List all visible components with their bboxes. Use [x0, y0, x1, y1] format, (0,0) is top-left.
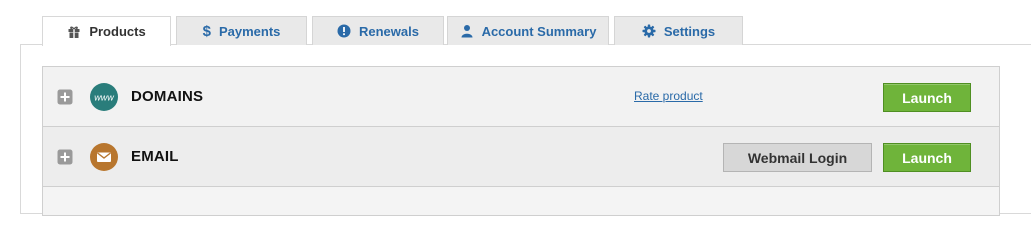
- tab-label: Settings: [663, 23, 716, 39]
- gear-icon: [642, 24, 656, 38]
- gift-icon: [67, 25, 81, 39]
- launch-button[interactable]: Launch: [883, 83, 971, 112]
- tab-payments[interactable]: $ Payments: [176, 16, 307, 45]
- tab-label: Renewals: [359, 23, 419, 39]
- envelope-icon: [90, 143, 118, 171]
- svg-text:www: www: [94, 93, 114, 103]
- tab-products[interactable]: Products: [42, 16, 171, 46]
- tab-renewals[interactable]: Renewals: [312, 16, 444, 45]
- expand-plus-icon[interactable]: [57, 89, 73, 105]
- product-row-domains: www DOMAINS Rate product Launch: [42, 66, 1000, 127]
- user-icon: [460, 24, 474, 38]
- webmail-login-button[interactable]: Webmail Login: [723, 143, 872, 172]
- www-icon: www: [90, 83, 118, 111]
- tab-label: Products: [89, 24, 146, 39]
- launch-button[interactable]: Launch: [883, 143, 971, 172]
- product-name: DOMAINS: [131, 88, 204, 105]
- rate-product-link[interactable]: Rate product: [634, 89, 703, 103]
- product-row-email: EMAIL Webmail Login Launch: [42, 126, 1000, 187]
- tab-label: Payments: [218, 23, 281, 39]
- product-name: EMAIL: [131, 148, 179, 165]
- tab-account-summary[interactable]: Account Summary: [447, 16, 609, 45]
- tab-label: Account Summary: [481, 23, 597, 39]
- dollar-icon: $: [202, 22, 211, 40]
- alert-icon: [337, 24, 351, 38]
- expand-plus-icon[interactable]: [57, 149, 73, 165]
- product-row-next: [42, 186, 1000, 216]
- tab-settings[interactable]: Settings: [614, 16, 743, 45]
